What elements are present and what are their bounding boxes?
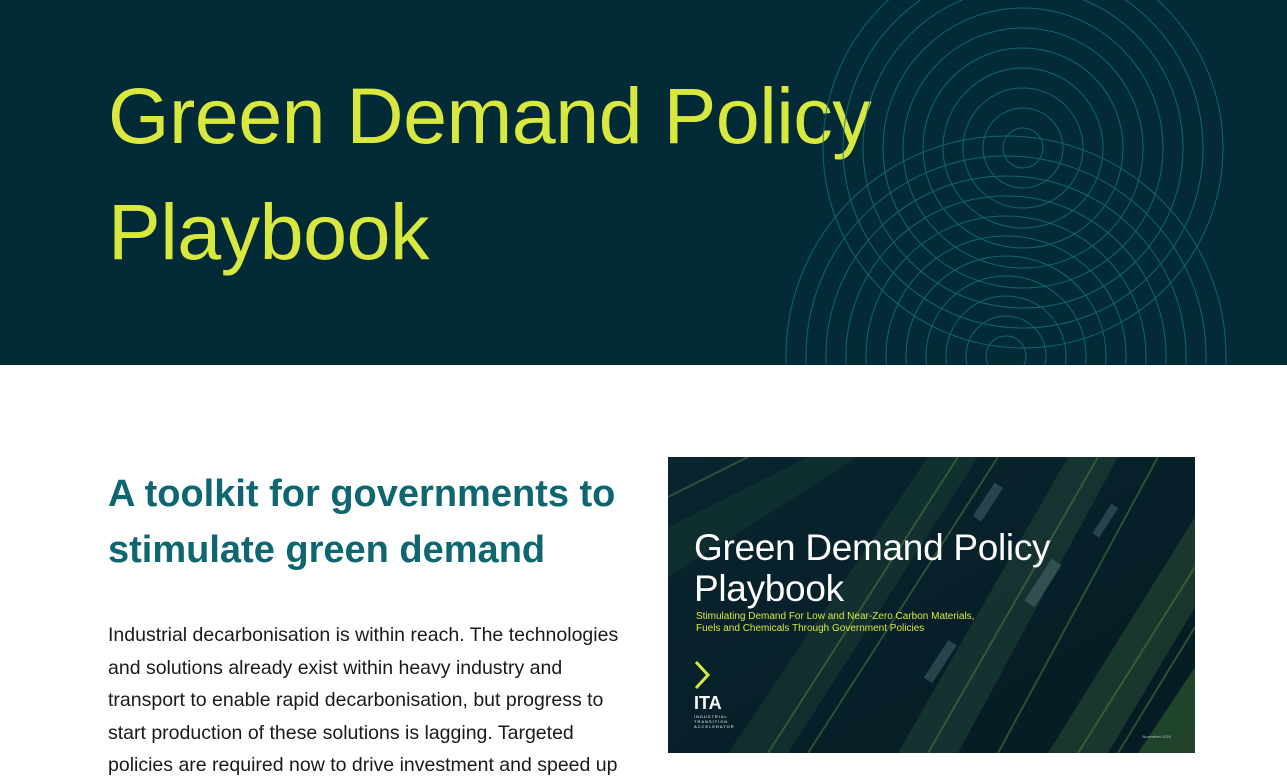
ita-chevron-icon xyxy=(694,660,711,690)
cover-title: Green Demand Policy Playbook xyxy=(694,527,1051,609)
intro-paragraph: Industrial decarbonisation is within rea… xyxy=(108,624,619,776)
ita-logo: ITA INDUSTRIAL TRANSITION ACCELERATOR xyxy=(694,660,754,732)
cover-subtitle: Stimulating Demand For Low and Near-Zero… xyxy=(696,611,975,634)
concentric-rings-decoration xyxy=(785,0,1227,365)
hero-banner: Green Demand Policy Playbook xyxy=(0,0,1287,365)
ita-logo-subtext: INDUSTRIAL TRANSITION ACCELERATOR xyxy=(694,714,735,729)
playbook-cover-link[interactable]: Green Demand Policy Playbook Stimulating… xyxy=(668,457,1195,753)
cover-date: November 2024 xyxy=(1142,734,1171,739)
ita-logo-text: ITA xyxy=(694,693,722,713)
section-heading: A toolkit for governments to stimulate g… xyxy=(108,473,616,571)
